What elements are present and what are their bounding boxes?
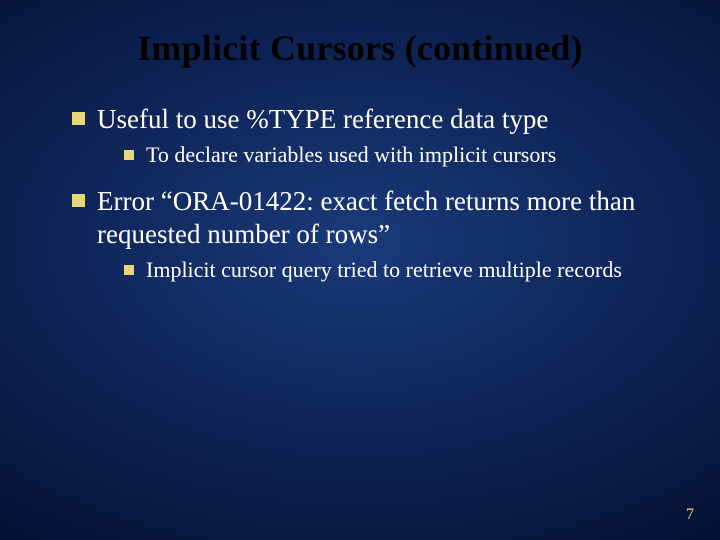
bullet-item-2-1-text: Implicit cursor query tried to retrieve … [146,257,622,284]
square-bullet-icon [124,265,134,275]
bullet-item-2: Error “ORA-01422: exact fetch returns mo… [72,185,682,251]
slide: Implicit Cursors (continued) Useful to u… [0,0,720,540]
square-bullet-icon [72,194,85,207]
bullet-item-2-1: Implicit cursor query tried to retrieve … [124,257,682,284]
square-bullet-icon [72,112,85,125]
page-number: 7 [686,506,694,524]
bullet-item-1: Useful to use %TYPE reference data type [72,103,682,136]
bullet-item-1-1-text: To declare variables used with implicit … [146,142,556,169]
square-bullet-icon [124,150,134,160]
bullet-item-2-text: Error “ORA-01422: exact fetch returns mo… [97,185,682,251]
bullet-item-1-1: To declare variables used with implicit … [124,142,682,169]
bullet-item-1-text: Useful to use %TYPE reference data type [97,103,548,136]
slide-title: Implicit Cursors (continued) [38,28,682,69]
